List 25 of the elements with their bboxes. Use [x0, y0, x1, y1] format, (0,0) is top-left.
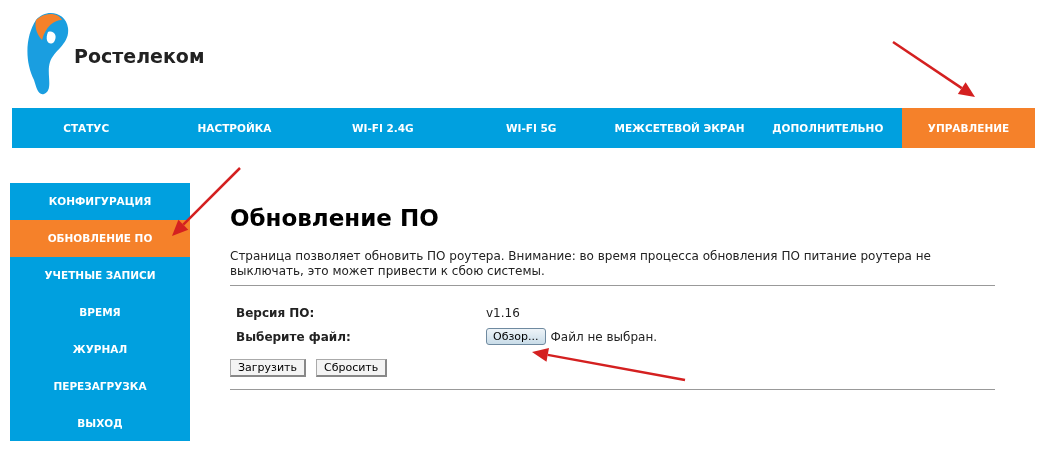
field-label: Выберите файл:	[236, 329, 352, 344]
nav-tab[interactable]: WI-FI 2.4G	[308, 108, 457, 148]
nav-tab[interactable]: НАСТРОЙКА	[160, 108, 309, 148]
sidebar-item[interactable]: ВЫХОД	[10, 404, 190, 441]
sidebar-item[interactable]: ВРЕМЯ	[10, 293, 190, 331]
sidebar-item[interactable]: ОБНОВЛЕНИЕ ПО	[10, 219, 190, 257]
brand-name: Ростелеком	[74, 45, 205, 67]
field-label: Версия ПО:	[236, 306, 316, 320]
nav-tab[interactable]: СТАТУС	[12, 108, 161, 148]
file-status: Файл не выбран.	[550, 329, 658, 344]
sidebar-item[interactable]: ПЕРЕЗАГРУЗКА	[10, 367, 190, 405]
form-button[interactable]: Загрузить	[230, 359, 306, 377]
page-title: Обновление ПО	[230, 205, 440, 231]
sidebar-item[interactable]: УЧЕТНЫЕ ЗАПИСИ	[10, 256, 190, 294]
form-button[interactable]: Сбросить	[315, 359, 388, 377]
version-value: v1.16	[486, 306, 521, 320]
nav-tab[interactable]: УПРАВЛЕНИЕ	[901, 108, 1035, 148]
browse-button[interactable]: Обзор...	[486, 328, 546, 345]
sidebar-item[interactable]: ЖУРНАЛ	[10, 330, 190, 368]
nav-tab[interactable]: WI-FI 5G	[457, 108, 606, 148]
description-text: Страница позволяет обновить ПО роутера. Внимание: во время процесса обновления ПО питание роутера не выключать, это может привести к сбою системы.	[230, 249, 932, 279]
logo-icon	[24, 10, 70, 96]
nav-tab[interactable]: ДОПОЛНИТЕЛЬНО	[753, 108, 902, 148]
nav-tab[interactable]: МЕЖСЕТЕВОЙ ЭКРАН	[605, 108, 754, 148]
sidebar-item[interactable]: КОНФИГУРАЦИЯ	[10, 183, 190, 220]
